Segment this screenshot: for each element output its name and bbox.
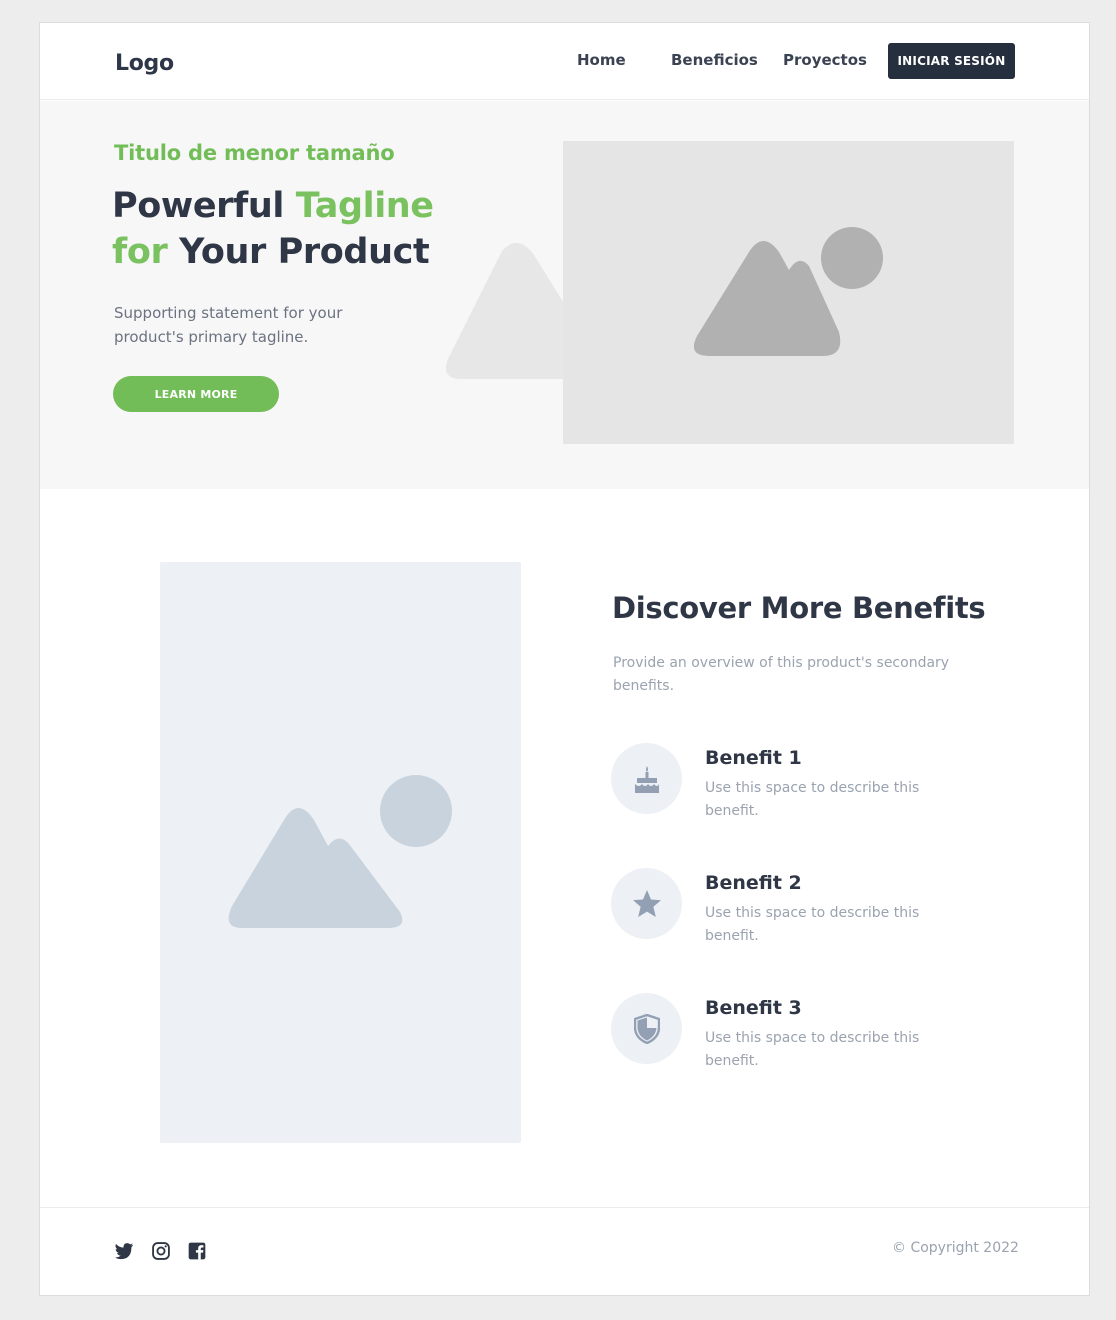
benefits-image-placeholder: [160, 562, 521, 1143]
benefit-item: Benefit 3 Use this space to describe thi…: [611, 993, 971, 1073]
benefit-icon-circle: [611, 868, 682, 939]
image-placeholder-icon: [228, 775, 452, 928]
nav-beneficios[interactable]: Beneficios: [671, 51, 758, 69]
hero-image-placeholder: [563, 141, 1014, 444]
benefit-icon-circle: [611, 993, 682, 1064]
facebook-icon[interactable]: [187, 1241, 207, 1261]
nav-proyectos[interactable]: Proyectos: [783, 51, 867, 69]
nav-home[interactable]: Home: [577, 51, 626, 69]
instagram-icon[interactable]: [151, 1241, 171, 1261]
hero-title-part2: Your Product: [167, 232, 430, 272]
hero-title: Powerful Tagline for Your Product: [112, 183, 472, 275]
benefit-item: Benefit 1 Use this space to describe thi…: [611, 743, 971, 823]
benefit-title: Benefit 1: [705, 747, 802, 769]
hero-section: Titulo de menor tamaño Powerful Tagline f…: [40, 101, 1089, 489]
hero-eyebrow: Titulo de menor tamaño: [114, 141, 395, 165]
benefits-title: Discover More Benefits: [612, 591, 986, 625]
twitter-icon[interactable]: [114, 1241, 134, 1261]
shield-icon: [633, 1013, 660, 1044]
benefit-title: Benefit 3: [705, 997, 802, 1019]
star-icon: [632, 889, 661, 917]
benefit-item: Benefit 2 Use this space to describe thi…: [611, 868, 971, 948]
benefit-title: Benefit 2: [705, 872, 802, 894]
logo[interactable]: Logo: [115, 51, 174, 76]
learn-more-button[interactable]: LEARN MORE: [113, 376, 279, 412]
hero-title-accent2: for: [112, 232, 168, 272]
copyright-text: © Copyright 2022: [892, 1240, 1019, 1256]
image-placeholder-icon: [693, 227, 883, 356]
benefit-description: Use this space to describe this benefit.: [705, 1030, 920, 1069]
page: Logo Home Beneficios Proyectos INICIAR S…: [39, 22, 1090, 1296]
benefits-subtitle: Provide an overview of this product's se…: [613, 655, 950, 694]
benefit-description: Use this space to describe this benefit.: [705, 780, 920, 819]
benefit-description: Use this space to describe this benefit.: [705, 905, 920, 944]
hero-subtitle: Supporting statement for your product's …: [114, 304, 343, 346]
site-footer: © Copyright 2022: [40, 1207, 1089, 1295]
site-header: Logo Home Beneficios Proyectos INICIAR S…: [40, 23, 1089, 100]
cake-icon: [634, 765, 659, 793]
hero-title-accent1: Tagline: [295, 186, 434, 226]
benefit-icon-circle: [611, 743, 682, 814]
login-button[interactable]: INICIAR SESIÓN: [888, 43, 1015, 79]
hero-title-part1: Powerful: [112, 186, 296, 226]
